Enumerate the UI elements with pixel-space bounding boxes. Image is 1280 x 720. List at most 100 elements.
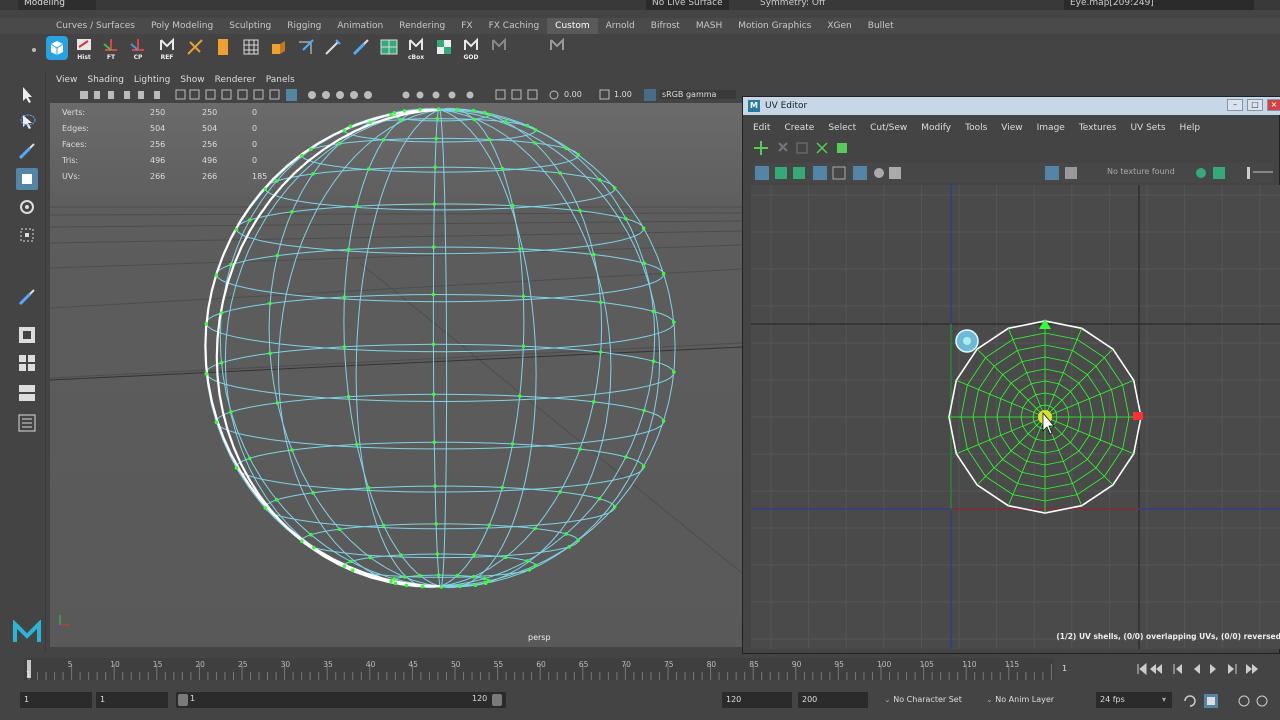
playback-controls[interactable] bbox=[1134, 660, 1264, 680]
shelf-tab-sculpting[interactable]: Sculpting bbox=[221, 18, 279, 34]
shelf-tab-motion-graphics[interactable]: Motion Graphics bbox=[730, 18, 819, 34]
shelf-tab-xgen[interactable]: XGen bbox=[819, 18, 859, 34]
hud-v1: 504 bbox=[150, 124, 166, 133]
shelf-tab-fx-caching[interactable]: FX Caching bbox=[481, 18, 548, 34]
minimize-icon[interactable]: – bbox=[1227, 99, 1243, 111]
scale-tool-icon[interactable] bbox=[16, 224, 38, 246]
close-icon[interactable]: × bbox=[1267, 99, 1280, 111]
brush-tool-icon[interactable] bbox=[16, 286, 38, 308]
snap-layout-icon[interactable] bbox=[16, 324, 38, 346]
uv-menu-modify[interactable]: Modify bbox=[921, 121, 951, 135]
shelf-tab-arnold[interactable]: Arnold bbox=[598, 18, 643, 34]
selection-field[interactable]: Eye.map[209:249] bbox=[1064, 0, 1254, 10]
uv-menu-cut-sew[interactable]: Cut/Sew bbox=[870, 121, 907, 135]
perspective-viewport[interactable]: Verts: 250 250 0 Edges: 504 504 0 Faces: 256 256 0 T… bbox=[50, 103, 742, 647]
viewport-menu-view[interactable]: View bbox=[56, 73, 83, 87]
start-time-field[interactable]: 1 bbox=[20, 692, 92, 708]
layout-four-icon[interactable] bbox=[16, 352, 38, 374]
symmetry-field[interactable]: Symmetry: Off bbox=[760, 0, 825, 10]
shelf-tab-rendering[interactable]: Rendering bbox=[391, 18, 453, 34]
playback-start-field[interactable]: 1 bbox=[96, 692, 168, 708]
history-icon[interactable]: Hist bbox=[73, 36, 95, 61]
shelf-tab-mash[interactable]: MASH bbox=[688, 18, 730, 34]
range-end-knob[interactable] bbox=[492, 694, 502, 706]
mode-selector[interactable]: Modeling bbox=[18, 0, 96, 10]
rotate-tool-icon[interactable] bbox=[16, 196, 38, 218]
combine-icon[interactable]: cBox bbox=[405, 36, 427, 61]
shelf-tab-poly-modeling[interactable]: Poly Modeling bbox=[143, 18, 221, 34]
viewport-menu-shading[interactable]: Shading bbox=[87, 73, 130, 87]
checker-icon[interactable] bbox=[433, 36, 455, 60]
shelf-tab-fx[interactable]: FX bbox=[453, 18, 480, 34]
end-time-field[interactable]: 200 bbox=[798, 692, 868, 708]
time-track[interactable]: 5 10 15 20 25 30 35 40 45 50 55 60 65 70 75 80 85 90 95 100… bbox=[24, 658, 1054, 680]
layout-two-icon[interactable] bbox=[16, 382, 38, 404]
select-tool-icon[interactable] bbox=[16, 84, 38, 106]
uv-menu-uv-sets[interactable]: UV Sets bbox=[1130, 121, 1165, 135]
center-pivot-icon[interactable]: CP bbox=[127, 36, 149, 61]
viewport-menu-show[interactable]: Show bbox=[180, 73, 210, 87]
mesh-vertex bbox=[641, 464, 646, 469]
uv-menu-edit[interactable]: Edit bbox=[753, 121, 770, 135]
bend-tool-icon[interactable] bbox=[184, 36, 206, 60]
uv-display-icons[interactable] bbox=[753, 163, 1273, 183]
uv-menu-create[interactable]: Create bbox=[784, 121, 814, 135]
exposure-value[interactable]: 0.00 bbox=[564, 90, 582, 99]
grid-tool-icon[interactable] bbox=[212, 36, 234, 60]
cube-icon[interactable] bbox=[46, 36, 68, 60]
paint-select-icon[interactable] bbox=[16, 140, 38, 162]
viewport-menu-panels[interactable]: Panels bbox=[266, 73, 301, 87]
uv-menu-textures[interactable]: Textures bbox=[1079, 121, 1117, 135]
fps-select[interactable]: 24 fps ▾ bbox=[1096, 692, 1172, 708]
freeze-transform-icon[interactable]: FT bbox=[100, 36, 122, 61]
uv-menu-image[interactable]: Image bbox=[1037, 121, 1065, 135]
uv-menu-select[interactable]: Select bbox=[828, 121, 856, 135]
shelf-tab-curves-surfaces[interactable]: Curves / Surfaces bbox=[48, 18, 143, 34]
bevel-icon[interactable] bbox=[295, 36, 317, 60]
paint-icon[interactable] bbox=[350, 36, 372, 60]
uv-menu-help[interactable]: Help bbox=[1180, 121, 1201, 135]
maximize-icon[interactable]: □ bbox=[1247, 99, 1263, 111]
anim-layer-select[interactable]: ⌄ No Anim Layer bbox=[986, 692, 1054, 708]
mesh-vertex bbox=[455, 573, 460, 578]
mesh-grid-icon[interactable] bbox=[240, 36, 262, 60]
time-slider[interactable]: 5 10 15 20 25 30 35 40 45 50 55 60 65 70 75 80 85 90 95 100… bbox=[0, 654, 1280, 684]
lasso-tool-icon[interactable] bbox=[16, 112, 38, 134]
viewport-toolbar-icons[interactable] bbox=[50, 87, 740, 103]
viewport-menu-renderer[interactable]: Renderer bbox=[215, 73, 262, 87]
playback-options-icons[interactable] bbox=[1182, 692, 1272, 712]
shelf-tab-animation[interactable]: Animation bbox=[329, 18, 391, 34]
gamma-value[interactable]: 1.00 bbox=[614, 90, 632, 99]
shelf-tab-bifrost[interactable]: Bifrost bbox=[643, 18, 688, 34]
playback-end-field[interactable]: 120 bbox=[722, 692, 792, 708]
live-surface-field[interactable]: No Live Surface bbox=[646, 0, 729, 10]
uv-menu-tools[interactable]: Tools bbox=[965, 121, 987, 135]
current-frame-field[interactable]: 1 bbox=[1062, 664, 1067, 673]
uv-editor-titlebar[interactable]: M UV Editor – □ × bbox=[743, 97, 1280, 115]
character-set-select[interactable]: ⌄ No Character Set bbox=[884, 692, 962, 708]
script-icon-2[interactable] bbox=[546, 36, 568, 60]
uv-tool-icons[interactable] bbox=[753, 139, 873, 157]
uv-canvas[interactable]: (1/2) UV shells, (0/0) overlapping UVs, … bbox=[751, 185, 1280, 649]
uv-menu-view[interactable]: View bbox=[1001, 121, 1022, 135]
reference-icon[interactable]: REF bbox=[156, 36, 178, 61]
move-tool-icon[interactable] bbox=[16, 168, 38, 190]
shelf-tab-rigging[interactable]: Rigging bbox=[279, 18, 329, 34]
range-start-knob[interactable] bbox=[178, 694, 188, 706]
color-space-select[interactable]: sRGB gamma bbox=[660, 90, 737, 99]
shelf-tab-bullet[interactable]: Bullet bbox=[860, 18, 902, 34]
outliner-icon[interactable] bbox=[16, 412, 38, 434]
mesh-edge bbox=[215, 393, 665, 450]
god-mode-icon[interactable]: GOD bbox=[460, 36, 482, 61]
uv-editor-icon[interactable] bbox=[378, 36, 400, 60]
shelf-tab-custom[interactable]: Custom bbox=[547, 18, 598, 34]
mesh-vertex bbox=[533, 128, 538, 132]
multi-cut-icon[interactable] bbox=[322, 36, 344, 60]
playback-range-bar[interactable]: 1 120 bbox=[176, 692, 506, 708]
viewport-menu-lighting[interactable]: Lighting bbox=[134, 73, 176, 87]
uv-grid-view[interactable] bbox=[751, 185, 1280, 649]
extrude-icon[interactable] bbox=[267, 36, 289, 60]
mesh-vertex bbox=[533, 141, 537, 145]
mesh-vertex bbox=[337, 527, 342, 531]
script-icon[interactable] bbox=[488, 36, 510, 60]
